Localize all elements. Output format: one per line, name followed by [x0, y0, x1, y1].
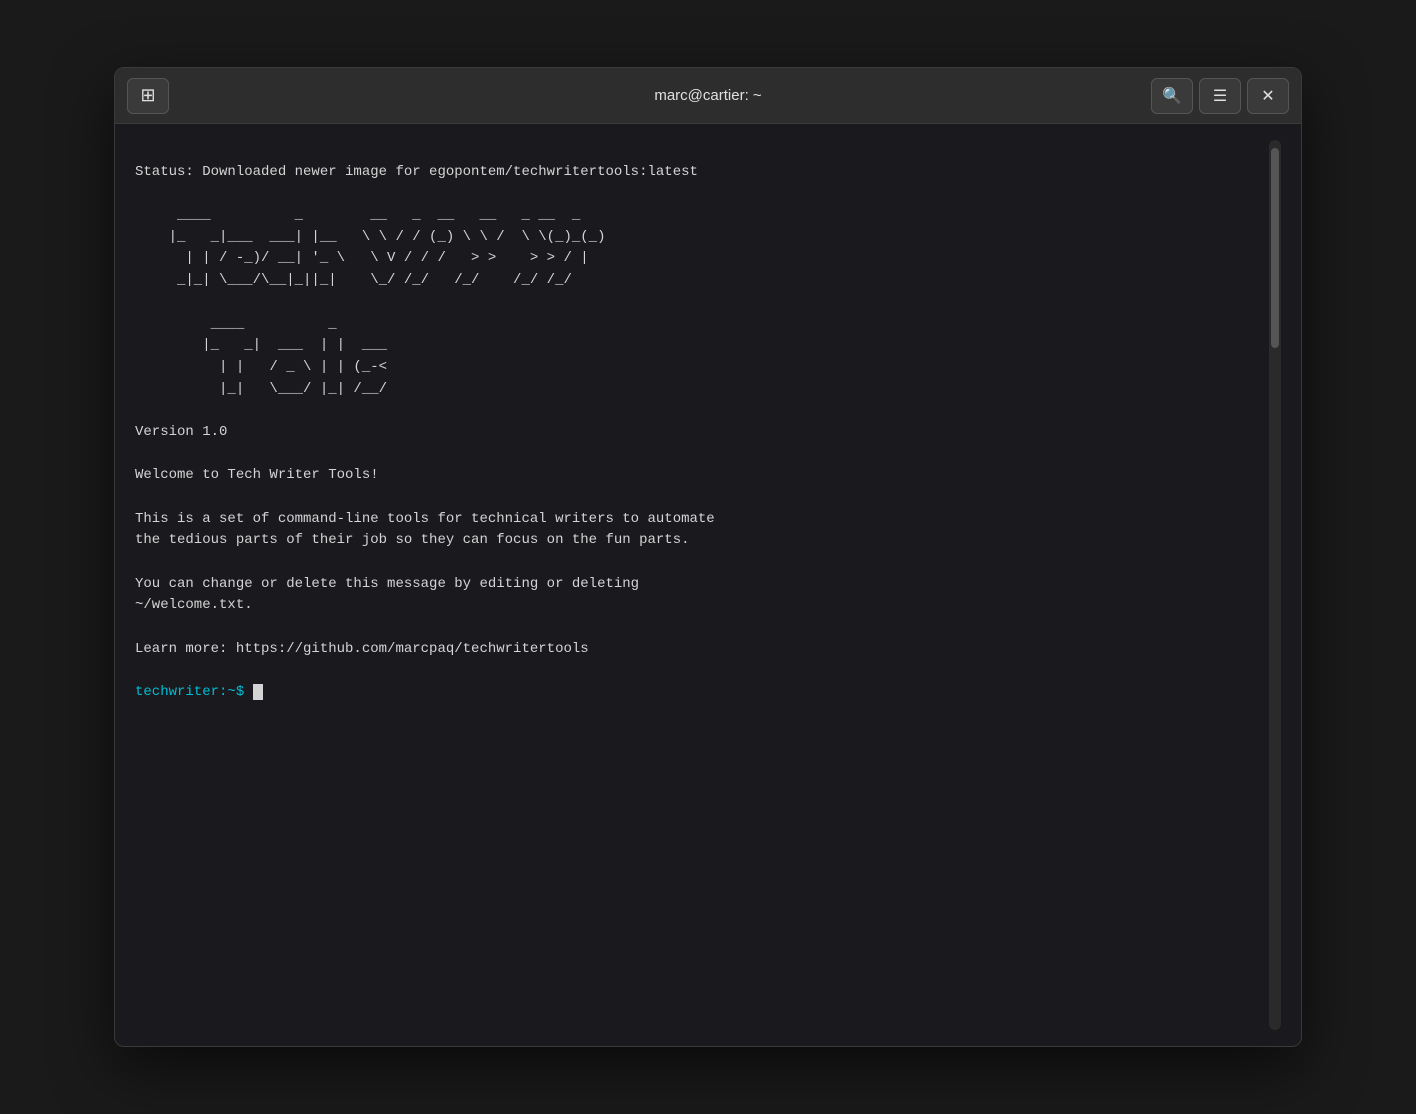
- learn-more: Learn more: https://github.com/marcpaq/t…: [135, 641, 589, 657]
- edit-info: You can change or delete this message by…: [135, 576, 639, 614]
- title-bar-left: ⊞: [127, 78, 169, 114]
- menu-button[interactable]: ☰: [1199, 78, 1241, 114]
- version-line: Version 1.0: [135, 424, 227, 440]
- search-button[interactable]: 🔍: [1151, 78, 1193, 114]
- menu-icon: ☰: [1213, 86, 1227, 106]
- status-line: Status: Downloaded newer image for egopo…: [135, 164, 698, 180]
- prompt-line: techwriter:~$: [135, 684, 263, 700]
- scrollbar-thumb[interactable]: [1271, 148, 1279, 348]
- description: This is a set of command-line tools for …: [135, 511, 715, 549]
- title-bar-right: 🔍 ☰ ✕: [1151, 78, 1289, 114]
- terminal-window: ⊞ marc@cartier: ~ 🔍 ☰ ✕ Status: Download…: [114, 67, 1302, 1047]
- close-icon: ✕: [1261, 86, 1274, 106]
- ascii-art: ____ _ __ _ __ __ _ __ _ |_ _|___ ___| |…: [135, 207, 605, 397]
- window-title: marc@cartier: ~: [654, 87, 761, 104]
- cursor: [253, 684, 263, 700]
- new-tab-icon: ⊞: [140, 85, 155, 106]
- terminal-body[interactable]: Status: Downloaded newer image for egopo…: [115, 124, 1301, 1046]
- close-button[interactable]: ✕: [1247, 78, 1289, 114]
- welcome-header: Welcome to Tech Writer Tools!: [135, 467, 379, 483]
- prompt-user: techwriter:~$: [135, 684, 244, 700]
- terminal-content: Status: Downloaded newer image for egopo…: [135, 140, 1269, 1030]
- scrollbar-track[interactable]: [1269, 140, 1281, 1030]
- title-bar: ⊞ marc@cartier: ~ 🔍 ☰ ✕: [115, 68, 1301, 124]
- search-icon: 🔍: [1162, 86, 1182, 106]
- new-tab-button[interactable]: ⊞: [127, 78, 169, 114]
